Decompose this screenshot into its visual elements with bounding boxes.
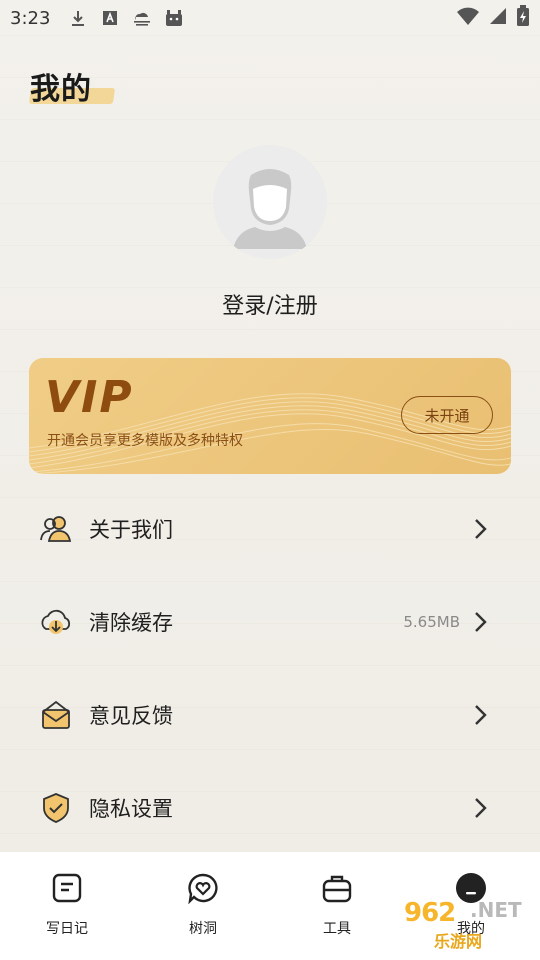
vip-activate-button[interactable]: 未开通 (401, 396, 493, 434)
shield-check-icon (38, 790, 74, 826)
menu-label: 关于我们 (89, 518, 173, 542)
avatar[interactable] (213, 145, 327, 259)
menu-item-feedback[interactable]: 意见反馈 (0, 685, 540, 745)
login-register-link[interactable]: 登录/注册 (0, 288, 540, 320)
cache-size: 5.65MB (403, 613, 460, 631)
watermark-cn: 乐游网 (434, 932, 483, 951)
default-avatar-icon (213, 145, 327, 259)
menu-label: 隐私设置 (89, 797, 173, 821)
bottom-nav: 写日记 树洞 工具 我的 962 .NET 乐游网 (0, 852, 540, 960)
font-icon (100, 8, 120, 28)
menu-label: 清除缓存 (89, 611, 173, 635)
nav-tab-tools[interactable]: 工具 (292, 870, 382, 938)
chevron-right-icon (475, 798, 487, 818)
nav-tab-diary[interactable]: 写日记 (22, 870, 112, 938)
status-time: 3:23 (10, 7, 51, 29)
download-icon (68, 8, 88, 28)
nav-label: 树洞 (189, 921, 217, 937)
vip-subtitle: 开通会员享更多模版及多种特权 (47, 433, 243, 449)
cloud-download-icon (38, 604, 74, 640)
heart-bubble-icon (185, 870, 221, 906)
toolbox-icon (319, 870, 355, 906)
menu-item-privacy[interactable]: 隐私设置 (0, 778, 540, 838)
chevron-right-icon (475, 705, 487, 725)
wifi-icon (456, 6, 480, 30)
cloud-icon (132, 8, 152, 28)
menu-item-clear-cache[interactable]: 清除缓存 5.65MB (0, 592, 540, 652)
status-system-icons (456, 5, 530, 31)
nav-label: 工具 (323, 921, 351, 937)
vip-card[interactable]: VIP 开通会员享更多模版及多种特权 未开通 (29, 358, 511, 474)
signal-icon (488, 6, 508, 30)
chevron-right-icon (475, 519, 487, 539)
watermark-net: .NET (470, 898, 522, 922)
site-watermark-logo: 962 .NET 乐游网 (404, 898, 532, 954)
battery-icon (516, 5, 530, 31)
watermark-number: 962 (404, 898, 456, 928)
status-notification-icons (68, 8, 184, 28)
menu-label: 意见反馈 (89, 704, 173, 728)
users-icon (38, 511, 74, 547)
mail-icon (38, 697, 74, 733)
chevron-right-icon (475, 612, 487, 632)
nav-tab-treehole[interactable]: 树洞 (158, 870, 248, 938)
page-title: 我的 (30, 72, 92, 107)
vip-title: VIP (45, 372, 134, 423)
status-bar: 3:23 (0, 0, 540, 36)
menu-item-about[interactable]: 关于我们 (0, 499, 540, 559)
android-icon (164, 8, 184, 28)
note-icon (49, 870, 85, 906)
nav-label: 写日记 (46, 921, 88, 937)
